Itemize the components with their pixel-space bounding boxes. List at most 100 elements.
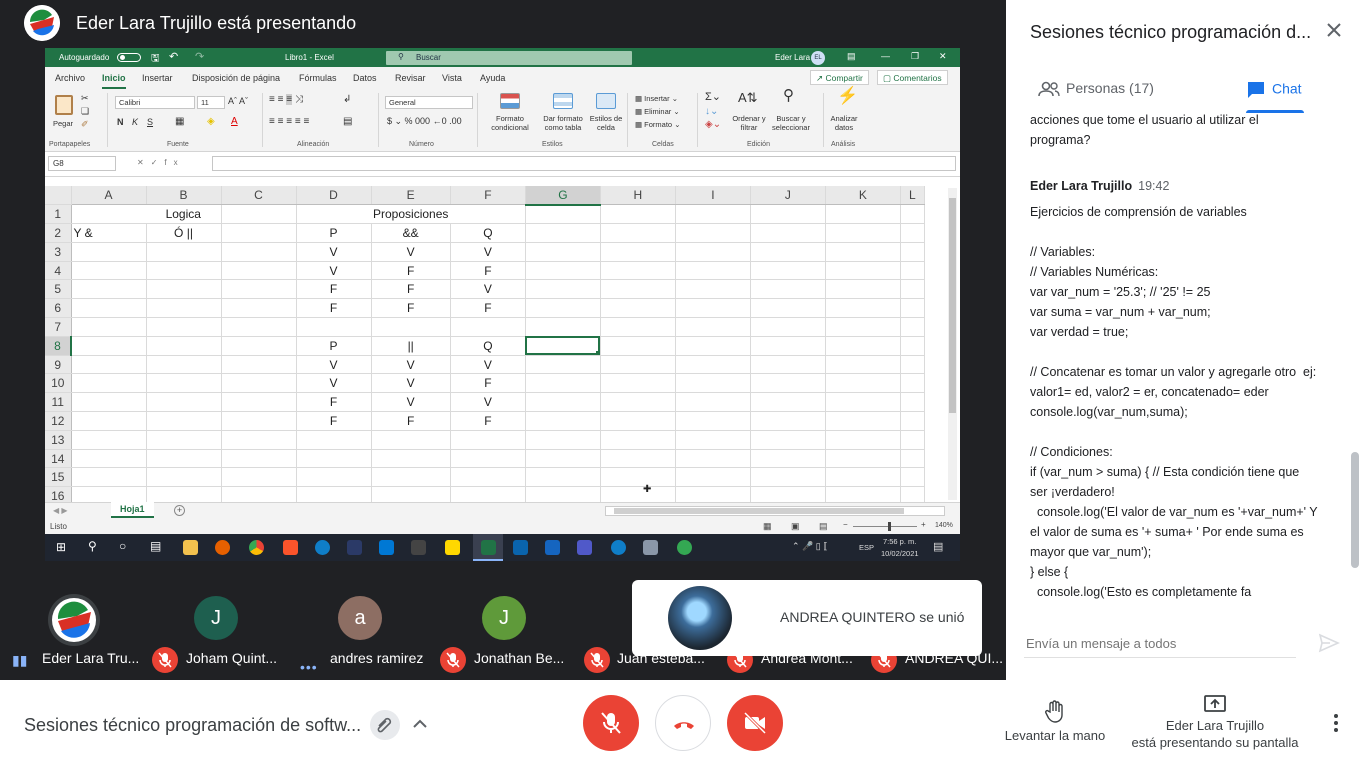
cell-H12[interactable]	[600, 411, 676, 431]
view-page-break-icon[interactable]: ▤	[819, 521, 828, 532]
cell-C7[interactable]	[221, 317, 297, 337]
cell-L14[interactable]	[900, 449, 925, 469]
cell-C11[interactable]	[221, 392, 297, 413]
cell-K7[interactable]	[825, 317, 901, 337]
column-header[interactable]: H	[600, 186, 676, 206]
cell-C3[interactable]	[221, 242, 297, 262]
language-indicator[interactable]: ESP	[859, 543, 874, 552]
cell-K9[interactable]	[825, 355, 901, 375]
cell-H2[interactable]	[600, 223, 676, 243]
presenting-info[interactable]: Eder Lara Trujillo está presentando su p…	[1120, 694, 1310, 751]
cell-F13[interactable]	[450, 430, 526, 450]
hang-up-button[interactable]	[655, 695, 711, 751]
cell-L4[interactable]	[900, 261, 925, 281]
cell-C5[interactable]	[221, 279, 297, 300]
cell-K15[interactable]	[825, 467, 901, 488]
cell-J7[interactable]	[750, 317, 826, 337]
cell-B7[interactable]	[146, 317, 222, 337]
cell-D14[interactable]	[296, 449, 372, 469]
cell-K12[interactable]	[825, 411, 901, 431]
cell-I5[interactable]	[675, 279, 751, 300]
horizontal-scrollbar[interactable]	[605, 506, 945, 516]
cell-B1[interactable]: Logica	[146, 204, 222, 225]
share-button[interactable]: ↗ Compartir	[810, 70, 869, 85]
clock-date[interactable]: 10/02/2021	[881, 549, 919, 558]
sheet-tab[interactable]: Hoja1	[111, 502, 154, 518]
cell-D11[interactable]: F	[296, 392, 372, 413]
fill-color-icon[interactable]: ◈	[207, 117, 215, 127]
cell-E14[interactable]	[371, 449, 451, 469]
cell-K5[interactable]	[825, 279, 901, 300]
autosave-toggle[interactable]	[117, 53, 141, 62]
ribbon-display-icon[interactable]: ▤	[847, 51, 856, 62]
cell-B14[interactable]	[146, 449, 222, 469]
cell-H5[interactable]	[600, 279, 676, 300]
cell-I13[interactable]	[675, 430, 751, 450]
cell-I11[interactable]	[675, 392, 751, 413]
cell-K14[interactable]	[825, 449, 901, 469]
font-size-select[interactable]: 11	[197, 96, 225, 109]
formula-input[interactable]	[212, 156, 956, 171]
align-left-icon[interactable]: ≡ ≡ ≡ ≡ ≡	[269, 117, 309, 127]
cell-D10[interactable]: V	[296, 373, 372, 394]
cell-F8[interactable]: Q	[450, 336, 526, 356]
insert-cells-button[interactable]: ▦ Insertar ⌄	[635, 94, 678, 103]
column-header[interactable]: D	[296, 186, 372, 206]
delete-cells-button[interactable]: ▦ Eliminar ⌄	[635, 107, 680, 116]
cell-A14[interactable]	[71, 449, 147, 469]
cell-F1[interactable]	[450, 204, 526, 225]
cell-B12[interactable]	[146, 411, 222, 431]
fx-icon[interactable]: ✕✓fx	[137, 158, 185, 167]
cell-A12[interactable]	[71, 411, 147, 431]
cell-B9[interactable]	[146, 355, 222, 375]
brave-icon[interactable]	[283, 540, 298, 555]
microphone-toggle-button[interactable]	[583, 695, 639, 751]
cell-E15[interactable]	[371, 467, 451, 488]
conditional-format-icon[interactable]	[500, 93, 520, 109]
cell-C1[interactable]	[221, 204, 297, 225]
cell-K1[interactable]	[825, 204, 901, 225]
cell-I1[interactable]	[675, 204, 751, 225]
undo-icon[interactable]: ↶	[169, 50, 178, 63]
cell-D8[interactable]: P	[296, 336, 372, 356]
cell-H10[interactable]	[600, 373, 676, 394]
cell-J3[interactable]	[750, 242, 826, 262]
cell-D1[interactable]	[296, 204, 371, 225]
cell-G1[interactable]	[525, 204, 601, 225]
cell-K2[interactable]	[825, 223, 901, 243]
tab-people[interactable]: Personas (17)	[1038, 80, 1154, 97]
cell-G13[interactable]	[525, 430, 601, 450]
vertical-scrollbar[interactable]	[948, 188, 957, 500]
cell-G2[interactable]	[525, 223, 601, 243]
cell-F15[interactable]	[450, 467, 526, 488]
cell-E4[interactable]: F	[371, 261, 451, 281]
task-view-icon[interactable]: ▤	[150, 539, 161, 553]
tab-chat[interactable]: Chat	[1246, 80, 1302, 100]
cell-I6[interactable]	[675, 298, 751, 319]
cell-table[interactable]: A B C D E F G H I J K L 1 Logica Proposiciones 2 Y & Ó ||…	[45, 186, 925, 507]
close-panel-icon[interactable]	[1326, 22, 1342, 43]
cell-D7[interactable]	[296, 317, 372, 337]
zoom-thumb[interactable]	[888, 522, 891, 531]
cell-G10[interactable]	[525, 373, 601, 394]
cell-I3[interactable]	[675, 242, 751, 262]
cell-A11[interactable]	[71, 392, 147, 413]
format-painter-icon[interactable]: ✐	[81, 120, 89, 129]
cell-E3[interactable]: V	[371, 242, 451, 262]
cell-styles-icon[interactable]	[596, 93, 616, 109]
chrome-icon[interactable]	[249, 540, 264, 555]
cell-B13[interactable]	[146, 430, 222, 450]
cell-G6[interactable]	[525, 298, 601, 319]
cell-L10[interactable]	[900, 373, 925, 394]
cell-I8[interactable]	[675, 336, 751, 356]
cell-J12[interactable]	[750, 411, 826, 431]
cell-G15[interactable]	[525, 467, 601, 488]
cell-B15[interactable]	[146, 467, 222, 488]
zoom-out-icon[interactable]: −	[843, 520, 848, 529]
zoom-in-icon[interactable]: +	[921, 520, 926, 529]
close-icon[interactable]: ✕	[939, 51, 947, 62]
cell-I9[interactable]	[675, 355, 751, 375]
chat-input[interactable]	[1026, 636, 1296, 651]
row-header[interactable]: 15	[45, 467, 72, 488]
cell-J6[interactable]	[750, 298, 826, 319]
